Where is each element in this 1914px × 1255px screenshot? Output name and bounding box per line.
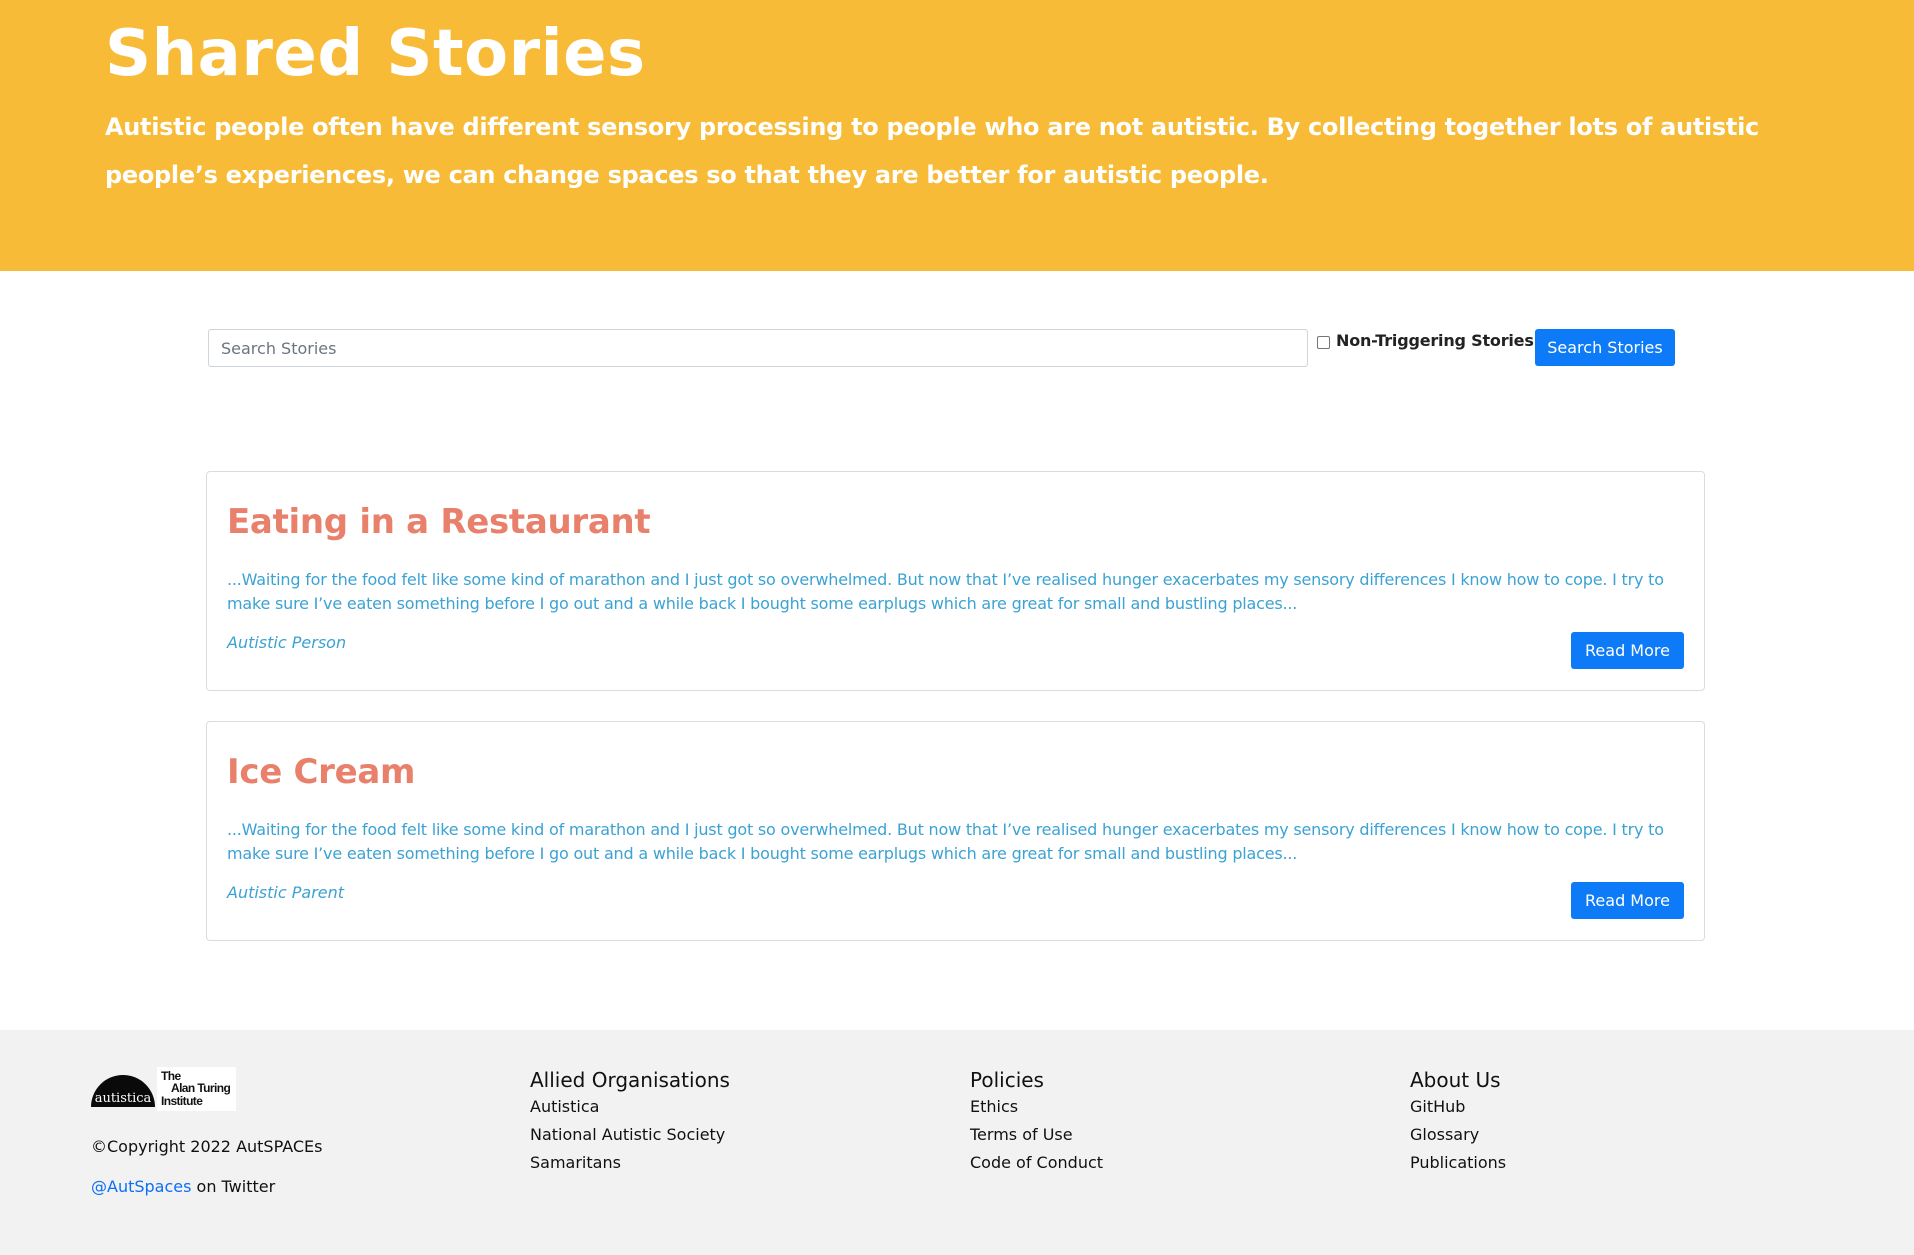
footer-link-publications[interactable]: Publications bbox=[1410, 1149, 1506, 1177]
footer-link-autistica[interactable]: Autistica bbox=[530, 1093, 730, 1121]
story-title[interactable]: Ice Cream bbox=[227, 752, 415, 792]
hero-banner: Shared Stories Autistic people often hav… bbox=[0, 0, 1914, 271]
non-triggering-label[interactable]: Non-Triggering Stories bbox=[1336, 331, 1534, 350]
footer-column-title: Allied Organisations bbox=[530, 1068, 730, 1092]
story-excerpt: ...Waiting for the food felt like some k… bbox=[227, 820, 1664, 863]
twitter-link[interactable]: @AutSpaces bbox=[91, 1177, 191, 1196]
footer-link-code-of-conduct[interactable]: Code of Conduct bbox=[970, 1149, 1103, 1177]
footer-column-allied: Allied Organisations Autistica National … bbox=[530, 1067, 730, 1177]
search-stories-button[interactable]: Search Stories bbox=[1535, 329, 1675, 366]
search-input[interactable] bbox=[208, 329, 1308, 367]
footer-link-github[interactable]: GitHub bbox=[1410, 1093, 1506, 1121]
footer-link-ethics[interactable]: Ethics bbox=[970, 1093, 1103, 1121]
story-card: Ice Cream ...Waiting for the food felt l… bbox=[206, 721, 1705, 941]
partner-logos: autistica The Alan Turing Institute bbox=[91, 1067, 236, 1111]
footer-link-terms-of-use[interactable]: Terms of Use bbox=[970, 1121, 1103, 1149]
footer-link-samaritans[interactable]: Samaritans bbox=[530, 1149, 730, 1177]
footer-link-glossary[interactable]: Glossary bbox=[1410, 1121, 1506, 1149]
page-title: Shared Stories bbox=[105, 17, 646, 91]
svg-text:Alan Turing: Alan Turing bbox=[171, 1081, 230, 1095]
footer-column-policies: Policies Ethics Terms of Use Code of Con… bbox=[970, 1067, 1103, 1177]
footer-column-title: About Us bbox=[1410, 1068, 1501, 1092]
read-more-button[interactable]: Read More bbox=[1571, 632, 1684, 669]
story-excerpt: ...Waiting for the food felt like some k… bbox=[227, 570, 1664, 613]
story-author: Autistic Parent bbox=[227, 883, 345, 902]
svg-text:Institute: Institute bbox=[161, 1094, 203, 1108]
read-more-button[interactable]: Read More bbox=[1571, 882, 1684, 919]
footer-column-about: About Us GitHub Glossary Publications bbox=[1410, 1067, 1506, 1177]
story-title[interactable]: Eating in a Restaurant bbox=[227, 502, 651, 542]
footer-link-national-autistic-society[interactable]: National Autistic Society bbox=[530, 1121, 730, 1149]
copyright-text: ©Copyright 2022 AutSPACEs bbox=[91, 1137, 323, 1156]
footer: autistica The Alan Turing Institute ©Cop… bbox=[0, 1030, 1914, 1255]
footer-column-title: Policies bbox=[970, 1068, 1044, 1092]
hero-description: Autistic people often have different sen… bbox=[105, 113, 1759, 189]
twitter-line: @AutSpaces on Twitter bbox=[91, 1177, 275, 1196]
story-author: Autistic Person bbox=[227, 633, 347, 652]
twitter-suffix: on Twitter bbox=[191, 1177, 276, 1196]
non-triggering-checkbox[interactable] bbox=[1317, 336, 1330, 349]
autistica-logo: autistica bbox=[95, 1091, 152, 1106]
story-card: Eating in a Restaurant ...Waiting for th… bbox=[206, 471, 1705, 691]
